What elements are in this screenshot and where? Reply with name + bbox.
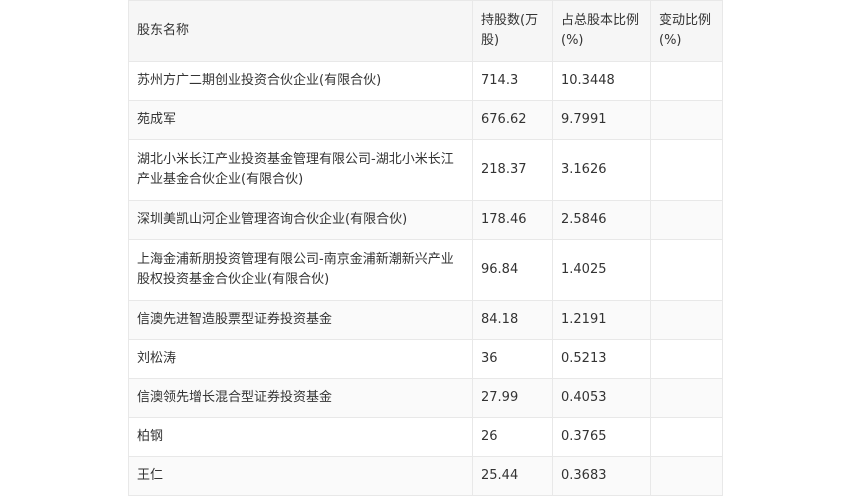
cell-shares: 36 bbox=[472, 339, 553, 379]
table-row: 苏州方广二期创业投资合伙企业(有限合伙) 714.3 10.3448 bbox=[128, 61, 723, 101]
cell-shareholder-name: 上海金浦新朋投资管理有限公司-南京金浦新潮新兴产业股权投资基金合伙企业(有限合伙… bbox=[128, 239, 473, 301]
cell-percent: 1.2191 bbox=[552, 300, 651, 340]
cell-shareholder-name: 苏州方广二期创业投资合伙企业(有限合伙) bbox=[128, 61, 473, 101]
cell-change bbox=[650, 378, 723, 418]
cell-percent: 2.5846 bbox=[552, 200, 651, 240]
cell-percent: 0.3765 bbox=[552, 417, 651, 457]
cell-shares: 218.37 bbox=[472, 139, 553, 201]
cell-change bbox=[650, 139, 723, 201]
table-row: 湖北小米长江产业投资基金管理有限公司-湖北小米长江产业基金合伙企业(有限合伙) … bbox=[128, 139, 723, 201]
cell-change bbox=[650, 300, 723, 340]
cell-shareholder-name: 王仁 bbox=[128, 456, 473, 496]
header-shareholder-name: 股东名称 bbox=[128, 0, 473, 62]
cell-shareholder-name: 深圳美凯山河企业管理咨询合伙企业(有限合伙) bbox=[128, 200, 473, 240]
cell-percent: 10.3448 bbox=[552, 61, 651, 101]
cell-change bbox=[650, 417, 723, 457]
header-shares: 持股数(万股) bbox=[472, 0, 553, 62]
cell-percent: 0.5213 bbox=[552, 339, 651, 379]
cell-shareholder-name: 刘松涛 bbox=[128, 339, 473, 379]
cell-shareholder-name: 信澳领先增长混合型证券投资基金 bbox=[128, 378, 473, 418]
table-row: 信澳领先增长混合型证券投资基金 27.99 0.4053 bbox=[128, 378, 723, 418]
cell-change bbox=[650, 200, 723, 240]
cell-shareholder-name: 信澳先进智造股票型证券投资基金 bbox=[128, 300, 473, 340]
table-row: 上海金浦新朋投资管理有限公司-南京金浦新潮新兴产业股权投资基金合伙企业(有限合伙… bbox=[128, 239, 723, 301]
cell-percent: 1.4025 bbox=[552, 239, 651, 301]
cell-shares: 84.18 bbox=[472, 300, 553, 340]
table-row: 信澳先进智造股票型证券投资基金 84.18 1.2191 bbox=[128, 300, 723, 340]
page: 股东名称 持股数(万股) 占总股本比例(%) 变动比例(%) 苏州方广二期创业投… bbox=[0, 0, 850, 496]
header-change: 变动比例(%) bbox=[650, 0, 723, 62]
cell-shares: 676.62 bbox=[472, 100, 553, 140]
cell-shares: 714.3 bbox=[472, 61, 553, 101]
cell-change bbox=[650, 239, 723, 301]
table-row: 苑成军 676.62 9.7991 bbox=[128, 100, 723, 140]
table-row: 刘松涛 36 0.5213 bbox=[128, 339, 723, 379]
cell-shares: 27.99 bbox=[472, 378, 553, 418]
cell-shareholder-name: 柏钢 bbox=[128, 417, 473, 457]
cell-percent: 9.7991 bbox=[552, 100, 651, 140]
cell-change bbox=[650, 456, 723, 496]
table-row: 柏钢 26 0.3765 bbox=[128, 417, 723, 457]
cell-shares: 25.44 bbox=[472, 456, 553, 496]
cell-shareholder-name: 苑成军 bbox=[128, 100, 473, 140]
cell-percent: 0.4053 bbox=[552, 378, 651, 418]
table-header: 股东名称 持股数(万股) 占总股本比例(%) 变动比例(%) bbox=[128, 0, 723, 62]
cell-percent: 3.1626 bbox=[552, 139, 651, 201]
cell-change bbox=[650, 100, 723, 140]
cell-shareholder-name: 湖北小米长江产业投资基金管理有限公司-湖北小米长江产业基金合伙企业(有限合伙) bbox=[128, 139, 473, 201]
cell-percent: 0.3683 bbox=[552, 456, 651, 496]
table-row: 深圳美凯山河企业管理咨询合伙企业(有限合伙) 178.46 2.5846 bbox=[128, 200, 723, 240]
table-row: 王仁 25.44 0.3683 bbox=[128, 456, 723, 496]
cell-change bbox=[650, 61, 723, 101]
cell-change bbox=[650, 339, 723, 379]
header-percent: 占总股本比例(%) bbox=[552, 0, 651, 62]
cell-shares: 26 bbox=[472, 417, 553, 457]
cell-shares: 96.84 bbox=[472, 239, 553, 301]
table-body: 苏州方广二期创业投资合伙企业(有限合伙) 714.3 10.3448 苑成军 6… bbox=[128, 61, 723, 496]
header-row: 股东名称 持股数(万股) 占总股本比例(%) 变动比例(%) bbox=[128, 0, 723, 62]
cell-shares: 178.46 bbox=[472, 200, 553, 240]
shareholders-table: 股东名称 持股数(万股) 占总股本比例(%) 变动比例(%) 苏州方广二期创业投… bbox=[128, 0, 723, 496]
